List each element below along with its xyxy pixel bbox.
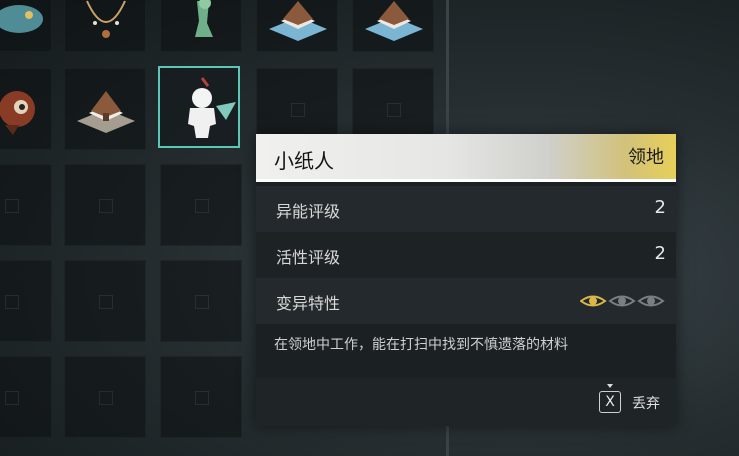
inventory-slot-empty[interactable] (160, 356, 242, 438)
inventory-slot[interactable] (64, 68, 146, 150)
key-indicator-caret (607, 384, 613, 388)
inventory-slot[interactable] (160, 0, 242, 52)
action-bar: X 丢弃 (256, 378, 676, 426)
inventory-slot-empty[interactable] (160, 164, 242, 246)
fish-creature-icon (0, 5, 43, 33)
inventory-slot[interactable] (352, 0, 434, 52)
eye-icon-active (580, 295, 607, 307)
red-creature-icon (0, 91, 35, 135)
inventory-slot[interactable] (0, 68, 52, 150)
item-detail-panel: 小纸人 领地 异能评级 2 活性评级 2 变异特性 在领地中工作，能在打扫中找到 (256, 134, 676, 426)
stat-row: 活性评级 2 (256, 232, 676, 278)
eye-icon-inactive (608, 295, 636, 307)
inventory-slot[interactable] (64, 0, 146, 52)
paper-doll-icon (188, 77, 236, 138)
inventory-slot-selected[interactable] (158, 66, 240, 148)
mutation-label: 变异特性 (276, 294, 341, 313)
stat-label: 异能评级 (276, 202, 341, 221)
mutation-eyes (580, 295, 665, 307)
stat-row: 异能评级 2 (256, 186, 676, 232)
cottage-diorama-icon (269, 1, 327, 41)
inventory-slot-empty[interactable] (64, 164, 146, 246)
stat-value: 2 (654, 243, 666, 264)
item-category-tag: 领地 (628, 147, 664, 168)
inventory-slot-empty[interactable] (160, 260, 242, 342)
item-description: 在领地中工作，能在打扫中找到不慎遗落的材料 (274, 337, 568, 353)
eye-icon-inactive (637, 295, 665, 307)
green-dragon-figure-icon (195, 0, 213, 37)
inventory-slot[interactable] (0, 0, 52, 52)
inventory-slot-empty[interactable] (0, 260, 52, 342)
stat-value: 2 (654, 197, 666, 218)
discard-key-hint[interactable]: X (599, 391, 621, 413)
cottage-diorama-icon (77, 91, 135, 133)
mutation-row: 变异特性 (256, 278, 676, 324)
necklace-icon (86, 0, 126, 38)
stat-label: 活性评级 (276, 248, 341, 267)
discard-button[interactable]: 丢弃 (632, 393, 660, 413)
inventory-slot-empty[interactable] (64, 260, 146, 342)
item-name: 小纸人 (274, 149, 334, 173)
inventory-slot-empty[interactable] (0, 356, 52, 438)
cottage-diorama-icon (365, 1, 423, 41)
inventory-slot-empty[interactable] (64, 356, 146, 438)
inventory-slot-empty[interactable] (0, 164, 52, 246)
inventory-slot[interactable] (256, 0, 338, 52)
item-header: 小纸人 领地 (256, 134, 676, 182)
header-underline (256, 179, 676, 182)
